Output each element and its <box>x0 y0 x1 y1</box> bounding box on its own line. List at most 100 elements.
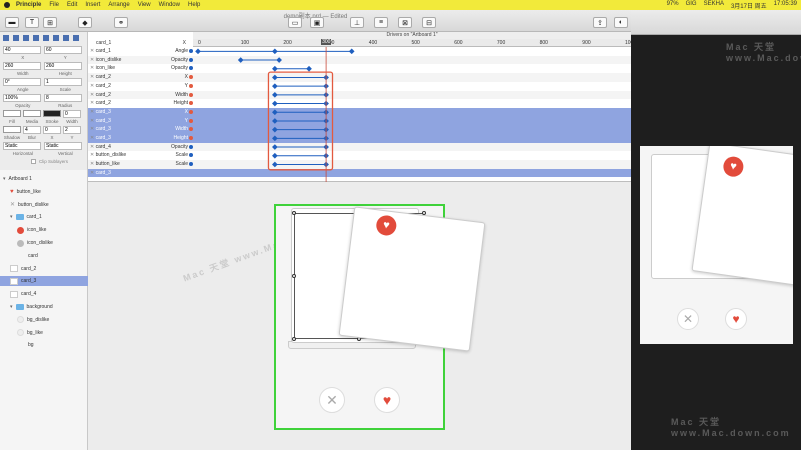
keyframe-marker[interactable] <box>195 48 201 55</box>
keyframe-marker[interactable] <box>272 48 278 55</box>
menu-view[interactable]: View <box>138 2 151 8</box>
keyframe-marker[interactable] <box>237 57 244 63</box>
y-field[interactable] <box>44 46 82 54</box>
keyframe-marker[interactable] <box>272 74 278 81</box>
resize-handle-tl[interactable] <box>292 211 296 215</box>
artboard[interactable]: ♥ ✕ ♥ <box>274 204 486 430</box>
distribute-v-icon[interactable] <box>73 35 79 41</box>
layer-row[interactable]: bg <box>0 340 88 350</box>
layer-row[interactable]: bg_dislike <box>0 315 88 325</box>
angle-field[interactable] <box>3 78 41 86</box>
layer-row[interactable]: ▾ Artboard 1 <box>0 174 88 184</box>
disclosure-icon[interactable]: ▾ <box>3 176 6 182</box>
share-button[interactable]: ⇪ <box>593 17 607 28</box>
resize-handle-l[interactable] <box>292 274 296 278</box>
layer-row[interactable]: ▾ card_1 <box>0 212 88 222</box>
stroke-swatch[interactable] <box>43 110 61 117</box>
preview-like-button[interactable]: ♥ <box>725 308 747 330</box>
radius-field[interactable] <box>44 94 82 102</box>
status-network[interactable]: GIG <box>686 1 697 10</box>
apple-icon[interactable] <box>4 2 10 8</box>
align-button[interactable]: ⊥ <box>350 17 364 28</box>
menu-file[interactable]: File <box>49 2 59 8</box>
layer-row[interactable]: ✕ button_dislike <box>0 200 88 210</box>
distribute-button[interactable]: ≡ <box>374 17 388 28</box>
blur-field[interactable] <box>23 126 41 134</box>
menu-help[interactable]: Help <box>188 2 200 8</box>
x-field[interactable] <box>3 46 41 54</box>
layer-row[interactable]: bg_like <box>0 328 88 338</box>
canvas[interactable]: Mac 天堂 www.Mac.down.com ♥ ✕ ♥ <box>88 182 631 450</box>
disclosure-icon[interactable]: ▾ <box>10 214 13 220</box>
keyframe-marker[interactable] <box>272 161 278 168</box>
align-middle-icon[interactable] <box>43 35 49 41</box>
align-right-icon[interactable] <box>23 35 29 41</box>
keyframe-marker[interactable] <box>272 83 278 89</box>
resize-handle-bl[interactable] <box>292 337 296 341</box>
zoom-button[interactable]: ⊟ <box>422 17 436 28</box>
status-date[interactable]: 3月17日 周五 <box>731 1 767 10</box>
align-top-icon[interactable] <box>33 35 39 41</box>
shadow-x-field[interactable] <box>43 126 61 134</box>
fill-swatch[interactable] <box>3 110 21 117</box>
align-bottom-icon[interactable] <box>53 35 59 41</box>
disclosure-icon[interactable]: ▾ <box>10 304 13 310</box>
like-button[interactable]: ♥ <box>374 387 400 413</box>
menu-insert[interactable]: Insert <box>85 2 100 8</box>
keyframe-marker[interactable] <box>272 144 278 150</box>
shadow-y-field[interactable] <box>63 126 81 134</box>
preview-artboard[interactable]: ♥ ✕ ♥ <box>640 146 793 344</box>
artboard-tool-button[interactable]: ⊞ <box>43 17 57 28</box>
preview-dislike-button[interactable]: ✕ <box>677 308 699 330</box>
text-tool-button[interactable]: T <box>25 17 39 28</box>
preview-card-front[interactable]: ♥ <box>691 146 793 286</box>
align-center-icon[interactable] <box>13 35 19 41</box>
rectangle-tool-button[interactable]: ▬ <box>5 17 19 28</box>
media-swatch[interactable] <box>23 110 41 117</box>
keyframe-marker[interactable] <box>272 135 278 142</box>
stroke-width-field[interactable] <box>63 110 81 118</box>
keyframe-marker[interactable] <box>306 65 312 72</box>
app-menu[interactable]: Principle <box>16 2 41 8</box>
vertical-select[interactable] <box>44 142 82 150</box>
keyframe-marker[interactable] <box>272 126 278 133</box>
layer-row[interactable]: ♥ button_like <box>0 187 88 197</box>
keyframe-marker[interactable] <box>272 109 278 116</box>
keyframe-marker[interactable] <box>276 57 282 63</box>
keyframe-marker[interactable] <box>272 65 278 72</box>
mirror-button[interactable]: ▣ <box>310 17 324 28</box>
layer-row[interactable]: card_2 <box>0 264 88 274</box>
battery-status[interactable]: 97% <box>667 1 679 10</box>
layer-row[interactable]: icon_like <box>0 225 88 235</box>
layer-row[interactable]: card_3 <box>0 276 88 287</box>
status-time[interactable]: 17:05:39 <box>774 1 797 10</box>
keyframe-marker[interactable] <box>272 152 278 159</box>
status-user[interactable]: SEKHA <box>704 1 724 10</box>
menu-arrange[interactable]: Arrange <box>108 2 129 8</box>
menu-edit[interactable]: Edit <box>67 2 77 8</box>
keyframe-marker[interactable] <box>272 118 278 124</box>
height-field[interactable] <box>44 62 82 70</box>
align-left-icon[interactable] <box>3 35 9 41</box>
component-button[interactable]: ◆ <box>78 17 92 28</box>
layer-row[interactable]: card <box>0 251 88 261</box>
preview-button[interactable]: ▭ <box>288 17 302 28</box>
driver-curves[interactable] <box>88 32 631 182</box>
card-1[interactable]: ♥ <box>338 206 486 352</box>
horizontal-select[interactable] <box>3 142 41 150</box>
scale-field[interactable] <box>44 78 82 86</box>
layer-row[interactable]: card_4 <box>0 289 88 299</box>
help-button[interactable]: ◐ <box>614 17 628 28</box>
width-field[interactable] <box>3 62 41 70</box>
shadow-checkbox[interactable] <box>3 126 21 133</box>
link-button[interactable]: ⚭ <box>114 17 128 28</box>
layer-row[interactable]: icon_dislike <box>0 238 88 248</box>
keyframe-marker[interactable] <box>348 48 355 55</box>
distribute-h-icon[interactable] <box>63 35 69 41</box>
clip-checkbox[interactable] <box>31 159 36 164</box>
opacity-field[interactable] <box>3 94 41 102</box>
keyframe-marker[interactable] <box>272 100 278 107</box>
keyframe-marker[interactable] <box>272 92 278 98</box>
dislike-button[interactable]: ✕ <box>319 387 345 413</box>
menu-window[interactable]: Window <box>159 2 180 8</box>
